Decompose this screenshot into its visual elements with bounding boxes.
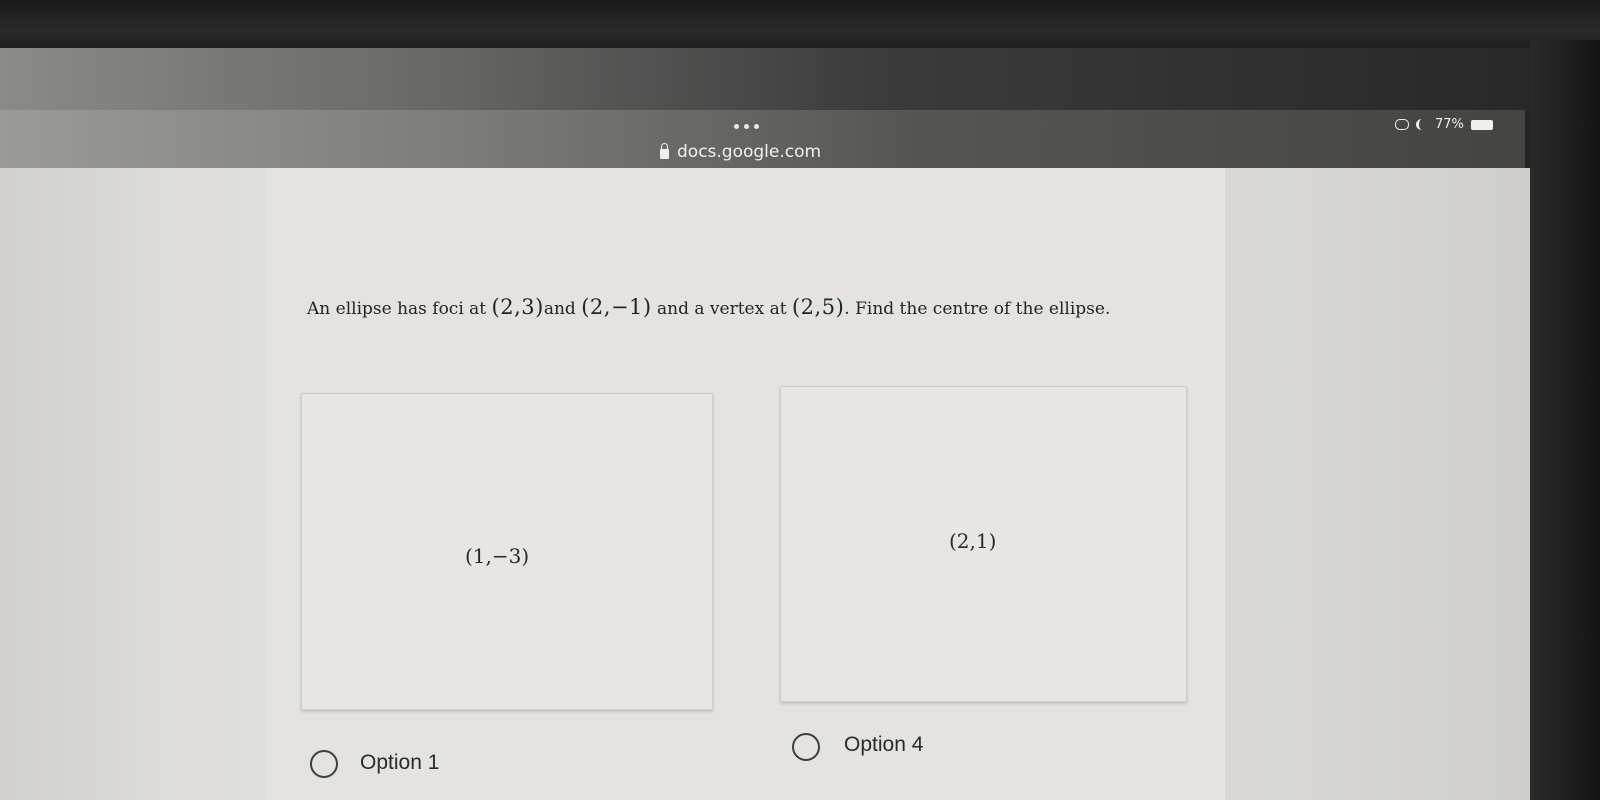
option-1-label[interactable]: Option 1 xyxy=(360,751,439,775)
option-4-radio[interactable] xyxy=(792,733,820,761)
device-bezel-right xyxy=(1530,40,1600,800)
option-4-value: (2,1) xyxy=(949,529,997,553)
question-mid: and a vertex at xyxy=(657,299,787,319)
battery-icon xyxy=(1470,119,1493,130)
question-prefix: An ellipse has foci at xyxy=(307,299,487,319)
question-and: and xyxy=(543,299,576,319)
vertex: (2,5) xyxy=(791,295,845,319)
device-bezel-strip xyxy=(0,48,1600,110)
option-1-image-box[interactable]: (1,−3) xyxy=(301,393,713,710)
option-4-image-box[interactable]: (2,1) xyxy=(780,386,1187,702)
url-label: docs.google.com xyxy=(677,142,822,162)
option-4-label[interactable]: Option 4 xyxy=(844,733,923,757)
device-bezel-top xyxy=(0,0,1600,52)
focus-2: (2,−1) xyxy=(581,295,652,319)
battery-percent: 77% xyxy=(1435,117,1464,132)
lock-icon xyxy=(660,143,669,159)
question-text: An ellipse has foci at (2,3)and (2,−1) a… xyxy=(307,283,1167,333)
address-bar[interactable]: docs.google.com xyxy=(660,142,821,162)
vpn-icon xyxy=(1395,119,1409,130)
option-1-value: (1,−3) xyxy=(465,544,530,568)
question-suffix: . Find the centre of the ellipse. xyxy=(844,299,1111,319)
focus-1: (2,3) xyxy=(491,295,544,319)
option-1-radio[interactable] xyxy=(310,750,338,778)
multitasking-dots-icon[interactable] xyxy=(734,124,759,129)
system-status: 77% xyxy=(1395,117,1493,132)
do-not-disturb-icon xyxy=(1416,119,1428,130)
